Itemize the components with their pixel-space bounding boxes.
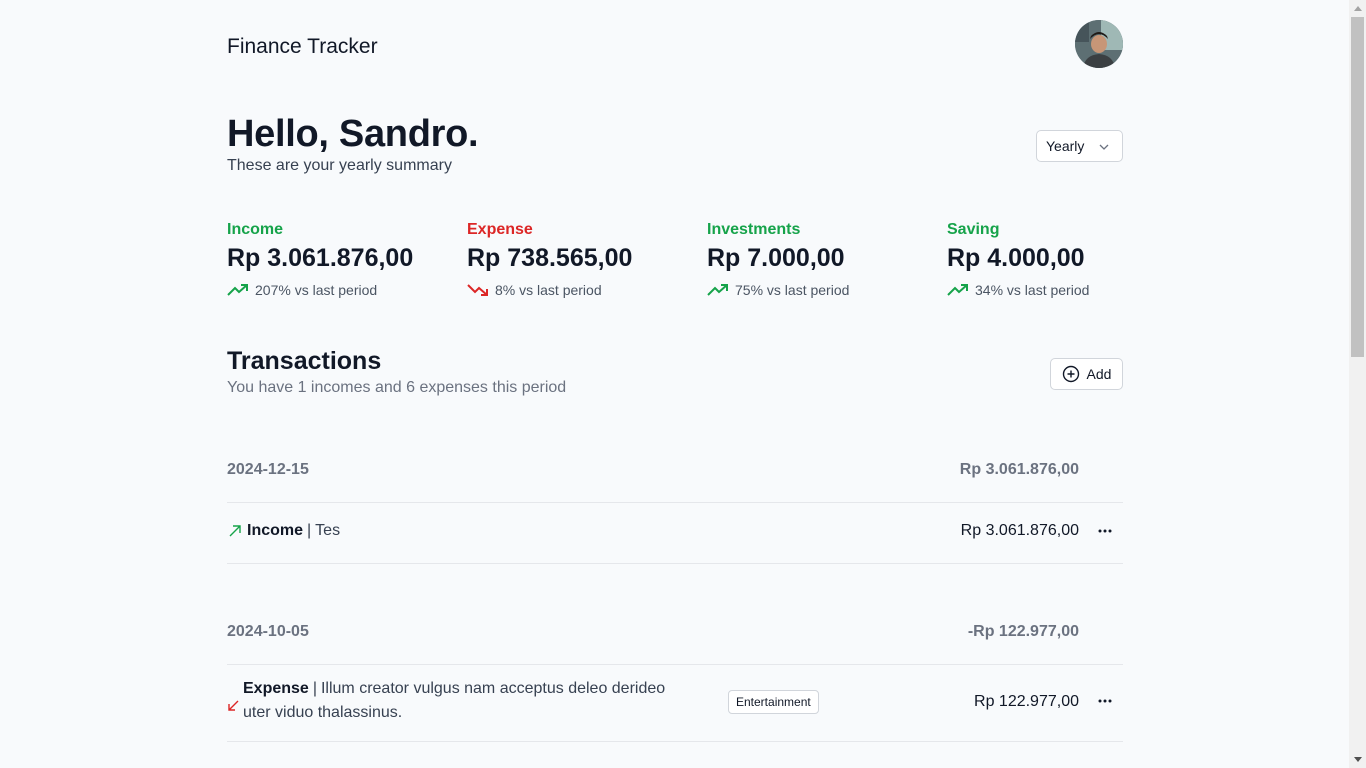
transaction-amount: Rp 122.977,00: [974, 693, 1079, 710]
stat-income: Income Rp 3.061.876,00 207% vs last peri…: [227, 220, 427, 298]
transaction-separator: |: [312, 680, 317, 697]
stat-change: 207% vs last period: [227, 282, 427, 298]
trending-up-icon: [947, 284, 968, 296]
group-date: 2024-12-15: [227, 460, 309, 478]
transactions-header: Transactions You have 1 incomes and 6 ex…: [227, 346, 1123, 397]
stat-label: Investments: [707, 221, 801, 238]
avatar[interactable]: [1075, 20, 1123, 68]
chevron-down-icon: [1098, 140, 1110, 156]
stat-value: Rp 4.000,00: [947, 244, 1085, 272]
add-button-label: Add: [1086, 366, 1112, 382]
period-select[interactable]: Yearly: [1036, 130, 1123, 162]
scroll-down-arrow-icon[interactable]: [1349, 751, 1366, 768]
page-scrollbar[interactable]: [1349, 0, 1366, 768]
stat-label: Saving: [947, 221, 1000, 238]
group-total: -Rp 122.977,00: [967, 622, 1079, 640]
transaction-group-header: 2024-10-05 -Rp 122.977,00: [227, 599, 1123, 665]
stat-change-text: 75% vs last period: [735, 282, 850, 298]
scrollbar-thumb[interactable]: [1351, 17, 1364, 357]
stat-change: 34% vs last period: [947, 282, 1147, 298]
stat-value: Rp 738.565,00: [467, 244, 633, 272]
transaction-row[interactable]: Income | Tes Rp 3.061.876,00: [227, 499, 1123, 564]
transaction-amount: Rp 3.061.876,00: [960, 522, 1079, 539]
app-header: Finance Tracker: [227, 20, 1123, 73]
category-tag: Entertainment: [728, 690, 819, 714]
transaction-info: Income | Tes: [227, 519, 340, 543]
arrow-down-left-icon: [228, 700, 239, 711]
greeting-title: Hello, Sandro.: [227, 113, 479, 155]
stat-value: Rp 7.000,00: [707, 244, 845, 272]
stat-change-text: 34% vs last period: [975, 282, 1090, 298]
stat-change-text: 8% vs last period: [495, 282, 602, 298]
add-transaction-button[interactable]: Add: [1050, 358, 1123, 390]
stat-expense: Expense Rp 738.565,00 8% vs last period: [467, 220, 667, 298]
trending-up-icon: [707, 284, 728, 296]
transaction-text: Income | Tes: [247, 519, 340, 543]
transactions-title: Transactions: [227, 347, 382, 375]
transaction-row[interactable]: Expense | Illum creator vulgus nam acceptu…: [227, 661, 1123, 742]
app-title: Finance Tracker: [227, 35, 378, 58]
transactions-subtitle: You have 1 incomes and 6 expenses this p…: [227, 379, 567, 396]
transaction-kind: Income: [247, 522, 304, 539]
scroll-up-arrow-icon[interactable]: [1349, 0, 1366, 17]
stat-investments: Investments Rp 7.000,00 75% vs last peri…: [707, 220, 907, 298]
stat-label: Income: [227, 221, 284, 238]
transaction-group-header: 2024-12-15 Rp 3.061.876,00: [227, 437, 1123, 503]
stat-label: Expense: [467, 221, 533, 238]
group-total: Rp 3.061.876,00: [959, 460, 1079, 478]
period-select-value: Yearly: [1046, 138, 1085, 154]
more-options-icon[interactable]: [1095, 691, 1115, 711]
greeting-subtitle: These are your yearly summary: [227, 157, 452, 174]
transaction-text: Expense | Illum creator vulgus nam acceptu…: [243, 677, 697, 725]
transaction-kind: Expense: [243, 680, 309, 697]
stat-saving: Saving Rp 4.000,00 34% vs last period: [947, 220, 1147, 298]
transaction-description: Tes: [315, 522, 341, 539]
stat-change: 8% vs last period: [467, 282, 667, 298]
summary-stats: Income Rp 3.061.876,00 207% vs last peri…: [227, 220, 1123, 310]
arrow-up-right-icon: [229, 525, 241, 537]
transaction-info: Expense | Illum creator vulgus nam acceptu…: [227, 677, 697, 725]
greeting: Hello, Sandro. These are your yearly sum…: [227, 113, 479, 177]
trending-up-icon: [227, 284, 248, 296]
app-viewport: Finance Tracker Hello, Sandro. These are…: [0, 0, 1366, 768]
more-options-icon[interactable]: [1095, 521, 1115, 541]
avatar-image: [1075, 20, 1123, 68]
plus-circle-icon: [1062, 365, 1079, 383]
transaction-separator: |: [307, 522, 312, 539]
stat-change: 75% vs last period: [707, 282, 907, 298]
group-date: 2024-10-05: [227, 622, 309, 640]
stat-value: Rp 3.061.876,00: [227, 244, 414, 272]
trending-down-icon: [467, 284, 488, 296]
stat-change-text: 207% vs last period: [255, 282, 378, 298]
